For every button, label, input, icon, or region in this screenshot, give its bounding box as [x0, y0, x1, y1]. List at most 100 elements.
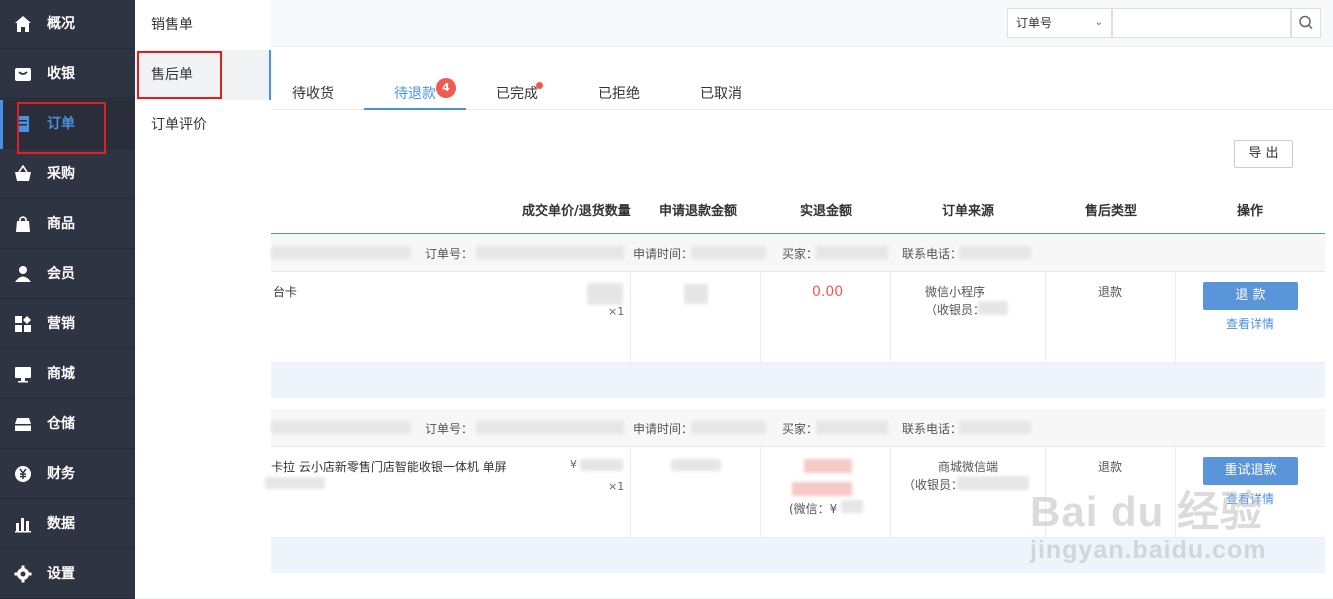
- blurred-refund-amount: [792, 482, 852, 496]
- order-source: 商城微信端: [938, 460, 999, 474]
- bar-chart-icon: [15, 518, 31, 533]
- user-icon: [15, 266, 31, 282]
- phone-label: 联系电话：: [902, 247, 963, 261]
- refund-channel-note: (微信：¥: [789, 502, 838, 516]
- search-type-select[interactable]: 订单号 ⌄: [1007, 8, 1112, 38]
- refund-button[interactable]: 退 款: [1203, 282, 1298, 310]
- order-spacer: [271, 363, 1325, 398]
- sidebar-item-label: 会员: [47, 266, 75, 282]
- sidebar-item-finance[interactable]: 财务: [0, 450, 135, 499]
- column-header-actions: 操作: [1237, 204, 1264, 219]
- sidebar-item-marketing[interactable]: 营销: [0, 300, 135, 349]
- buyer-label: 买家：: [782, 422, 819, 436]
- monitor-icon: [15, 367, 31, 383]
- sidebar-item-storage[interactable]: 仓储: [0, 400, 135, 449]
- apply-time-label: 申请时间：: [633, 247, 694, 261]
- search-input[interactable]: [1112, 8, 1291, 38]
- cashier-icon: [15, 68, 31, 81]
- order-2-header: 订单号： 申请时间： 买家： 联系电话：: [271, 409, 1325, 447]
- divider: [890, 272, 891, 363]
- home-icon: [15, 16, 31, 32]
- search-icon: [1299, 15, 1313, 30]
- sidebar-item-label: 商品: [47, 216, 75, 232]
- price-prefix: ¥: [570, 458, 577, 471]
- search-button[interactable]: [1291, 8, 1321, 38]
- yuan-icon: [15, 466, 31, 482]
- quantity: ×1: [608, 305, 625, 318]
- blurred-text: [271, 421, 411, 434]
- main-sidebar: 概况 收银 订单 采购 商品 会员 营销 商城 仓储 财务 数据 设置: [0, 0, 135, 599]
- highlight-box-orders: [17, 102, 106, 154]
- divider: [630, 447, 631, 538]
- actual-refund-amount: 0.00: [812, 284, 844, 300]
- sidebar-item-label: 概况: [47, 16, 75, 32]
- order-no-label: 订单号：: [425, 422, 474, 436]
- sidebar-item-label: 仓储: [47, 416, 75, 432]
- divider: [630, 272, 631, 363]
- watermark-brand: Bai du 经验: [1030, 488, 1264, 535]
- sidebar-item-products[interactable]: 商品: [0, 200, 135, 249]
- blurred-text: [271, 246, 411, 259]
- sidebar-item-label: 数据: [47, 516, 75, 532]
- top-search-bar: 订单号 ⌄: [271, 0, 1333, 47]
- blurred-text: [691, 421, 766, 434]
- tab-rejected[interactable]: 已拒绝: [586, 78, 652, 110]
- column-header-apply-amount: 申请退款金额: [659, 204, 738, 219]
- apply-time-label: 申请时间：: [633, 422, 694, 436]
- sidebar-item-purchase[interactable]: 采购: [0, 150, 135, 199]
- buyer-label: 买家：: [782, 247, 819, 261]
- blurred-text: [476, 421, 624, 434]
- blurred-price: [580, 459, 623, 471]
- sidebar-item-label: 财务: [47, 466, 75, 482]
- sidebar-item-settings[interactable]: 设置: [0, 550, 135, 599]
- storage-icon: [15, 418, 31, 431]
- order-1-header: 订单号： 申请时间： 买家： 联系电话：: [271, 234, 1325, 272]
- blurred-text: [959, 246, 1031, 259]
- sidebar-item-cashier[interactable]: 收银: [0, 50, 135, 99]
- sidebar-item-label: 收银: [47, 66, 75, 82]
- sidebar-item-members[interactable]: 会员: [0, 250, 135, 299]
- subnav-item-sales-orders[interactable]: 销售单: [135, 0, 271, 50]
- chevron-down-icon: ⌄: [1094, 17, 1103, 28]
- gear-icon: [14, 565, 32, 583]
- divider: [760, 272, 761, 363]
- divider: [1045, 272, 1046, 363]
- marketing-icon: [15, 316, 31, 332]
- subnav-item-order-reviews[interactable]: 订单评价: [135, 100, 271, 150]
- aftersale-type: 退款: [1098, 285, 1123, 299]
- order-source: 微信小程序: [925, 285, 986, 299]
- order-1-row: 台卡 ×1 0.00 微信小程序 （收银员： 退款 退 款 查看详情: [271, 272, 1325, 363]
- phone-label: 联系电话：: [902, 422, 963, 436]
- blurred-text: [816, 421, 888, 434]
- cashier-label: （收银员：: [925, 303, 986, 317]
- divider: [890, 447, 891, 538]
- blurred-text: [476, 246, 624, 259]
- blurred-text: [691, 246, 766, 259]
- column-header-price-qty: 成交单价/退货数量: [522, 204, 631, 219]
- watermark-url: jingyan.baidu.com: [1030, 536, 1267, 564]
- sidebar-item-mall[interactable]: 商城: [0, 350, 135, 399]
- blurred-apply-amount: [684, 284, 708, 304]
- aftersale-type: 退款: [1098, 460, 1123, 474]
- cashier-label: （收银员：: [903, 478, 964, 492]
- tab-cancelled[interactable]: 已取消: [688, 78, 754, 110]
- blurred-text: [978, 301, 1008, 315]
- pending-refund-count-badge: 4: [436, 78, 456, 98]
- blurred-apply-amount: [671, 459, 721, 471]
- product-name: 卡拉 云小店新零售门店智能收银一体机 单屏: [271, 460, 507, 474]
- blurred-text: [265, 477, 325, 489]
- blurred-refund-amount: [804, 459, 852, 473]
- quantity: ×1: [608, 480, 625, 493]
- column-header-actual-refund: 实退金额: [800, 204, 853, 219]
- tab-pending-receipt[interactable]: 待收货: [279, 78, 347, 110]
- view-details-link[interactable]: 查看详情: [1226, 315, 1274, 332]
- search-type-value: 订单号: [1016, 16, 1053, 30]
- sidebar-item-overview[interactable]: 概况: [0, 0, 135, 49]
- sidebar-item-label: 商城: [47, 366, 75, 382]
- baidu-jingyan-watermark: Bai du 经验 jingyan.baidu.com: [1015, 478, 1265, 588]
- divider: [760, 447, 761, 538]
- blurred-text: [959, 421, 1031, 434]
- export-button[interactable]: 导 出: [1234, 140, 1293, 168]
- sidebar-item-data[interactable]: 数据: [0, 500, 135, 549]
- completed-notify-dot: [536, 82, 543, 89]
